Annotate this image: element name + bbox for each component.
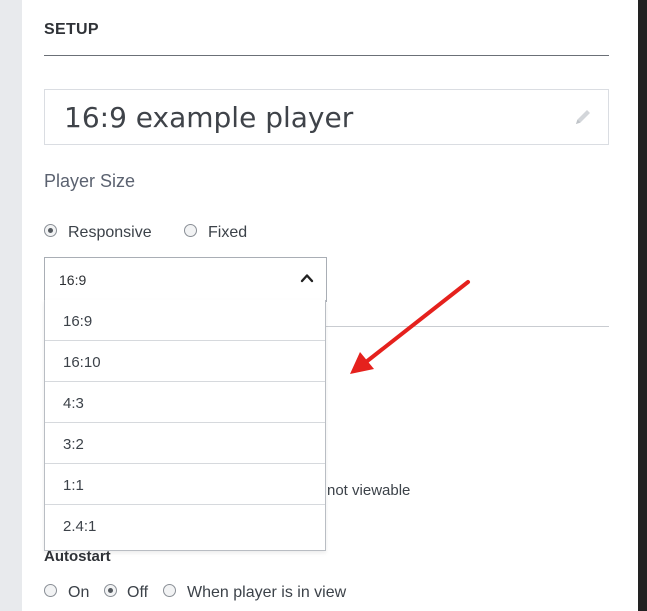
- dropdown-option-3-2[interactable]: 3:2: [45, 423, 325, 464]
- aspect-ratio-select[interactable]: 16:9: [44, 257, 327, 302]
- dropdown-option-1-1[interactable]: 1:1: [45, 464, 325, 505]
- scrollbar-track[interactable]: [638, 0, 647, 611]
- chevron-up-icon: [300, 274, 314, 283]
- red-arrow-annotation: [350, 280, 470, 374]
- section-title: SETUP: [44, 21, 99, 38]
- radio-autostart-off[interactable]: [104, 584, 117, 597]
- radio-autostart-on[interactable]: [44, 584, 57, 597]
- dropdown-option-4-3[interactable]: 4:3: [45, 382, 325, 423]
- radio-fixed-label[interactable]: Fixed: [208, 224, 247, 242]
- title-divider: [44, 55, 609, 56]
- player-size-label: Player Size: [44, 171, 136, 191]
- aspect-ratio-dropdown: 16:9 16:10 4:3 3:2 1:1 2.4:1: [44, 300, 326, 551]
- radio-responsive-label[interactable]: Responsive: [68, 224, 152, 242]
- dropdown-option-16-9[interactable]: 16:9: [45, 300, 325, 341]
- radio-autostart-on-label[interactable]: On: [68, 584, 89, 602]
- dropdown-option-16-10[interactable]: 16:10: [45, 341, 325, 382]
- radio-autostart-in-view[interactable]: [163, 584, 176, 597]
- radio-responsive[interactable]: [44, 224, 57, 237]
- dropdown-option-2-4-1[interactable]: 2.4:1: [45, 505, 325, 546]
- partially-hidden-option-label: not viewable: [327, 482, 411, 499]
- aspect-ratio-selected-value: 16:9: [59, 272, 87, 288]
- radio-fixed[interactable]: [184, 224, 197, 237]
- radio-autostart-in-view-label[interactable]: When player is in view: [187, 584, 346, 602]
- autostart-label: Autostart: [44, 548, 111, 565]
- player-name-value: 16:9 example player: [64, 101, 354, 134]
- radio-autostart-off-label[interactable]: Off: [127, 584, 148, 602]
- player-name-field[interactable]: 16:9 example player: [44, 89, 609, 145]
- pencil-icon[interactable]: [572, 106, 594, 128]
- left-gutter: [0, 0, 22, 611]
